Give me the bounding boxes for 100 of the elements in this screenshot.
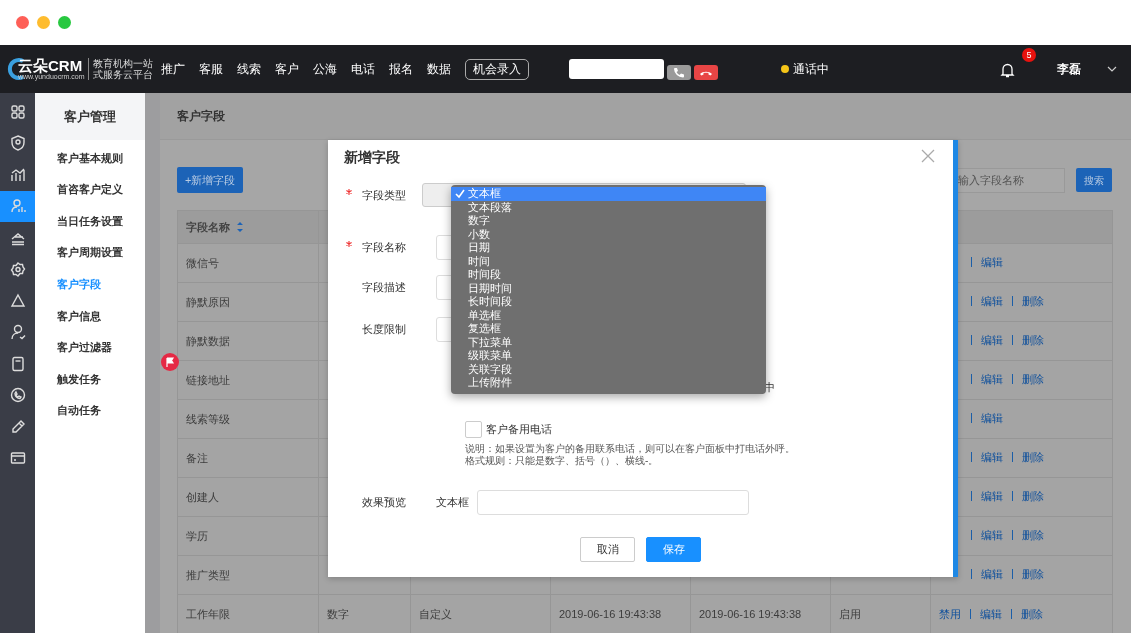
action-link[interactable]: 删除: [1022, 293, 1044, 310]
nav-menu-item[interactable]: 推广: [160, 60, 199, 78]
dropdown-option[interactable]: 数字: [451, 214, 766, 228]
dropdown-option[interactable]: 时间: [451, 254, 766, 268]
preview-text-field[interactable]: [477, 490, 749, 515]
sidebar-item[interactable]: 自动任务: [35, 394, 145, 427]
action-link[interactable]: 删除: [1022, 332, 1044, 349]
dropdown-option[interactable]: 复选框: [451, 322, 766, 336]
dropdown-option[interactable]: 下拉菜单: [451, 335, 766, 349]
bell-icon[interactable]: [1000, 61, 1015, 78]
action-link[interactable]: 编辑: [981, 527, 1003, 544]
opportunity-entry-button[interactable]: 机会录入: [464, 58, 529, 80]
help-text: 格式规则：只能是数字、括号（）、横线-。: [465, 455, 660, 467]
nav-menu-item[interactable]: 电话: [350, 60, 389, 78]
dropdown-option[interactable]: 文本框: [451, 187, 766, 201]
action-link[interactable]: 编辑: [981, 332, 1003, 349]
sidebar-title: 客户管理: [35, 93, 145, 140]
sidebar-item[interactable]: 首咨客户定义: [35, 173, 145, 206]
sidebar-item[interactable]: 客户字段: [35, 268, 145, 300]
table-cell: 自定义: [419, 607, 452, 620]
nav-menu-item[interactable]: 客服: [198, 60, 237, 78]
sidebar-item[interactable]: 客户基本规则: [35, 142, 145, 174]
dropdown-option[interactable]: 长时间段: [451, 295, 766, 309]
action-link[interactable]: 删除: [1022, 371, 1044, 388]
sidebar-item[interactable]: 当日任务设置: [35, 205, 145, 237]
dialog-title: 新增字段: [344, 148, 400, 167]
logo-text: 云朵CRM: [18, 57, 83, 73]
action-link[interactable]: 删除: [1022, 527, 1044, 544]
dropdown-option[interactable]: 小数: [451, 227, 766, 241]
checkmark-icon: [455, 189, 465, 199]
action-link[interactable]: 编辑: [981, 293, 1003, 310]
field-label: 长度限制: [362, 322, 406, 335]
dropdown-option[interactable]: 日期: [451, 241, 766, 255]
table-cell: 静默数据: [186, 334, 230, 347]
window-control-button[interactable]: [16, 16, 29, 29]
dropdown-option[interactable]: 单选框: [451, 308, 766, 322]
checkbox-label: 客户备用电话: [486, 421, 552, 437]
phone-icon: [9, 387, 26, 404]
nav-menu-item[interactable]: 客户: [274, 60, 313, 78]
action-link[interactable]: 删除: [1022, 566, 1044, 583]
card-icon: [9, 450, 26, 467]
save-button[interactable]: 保存: [646, 537, 701, 562]
action-link[interactable]: 编辑: [981, 488, 1003, 505]
dropdown-option[interactable]: 文本段落: [451, 200, 766, 214]
table-cell: 数字: [327, 607, 349, 620]
checkbox[interactable]: [465, 420, 482, 438]
field-label: 字段描述: [362, 280, 406, 293]
nav-rail-item[interactable]: [0, 190, 35, 222]
table-cell: 2019-06-16 19:43:38: [699, 607, 802, 620]
document-icon: [9, 355, 26, 372]
cancel-button[interactable]: 取消: [580, 537, 635, 562]
sidebar-item[interactable]: 触发任务: [35, 363, 145, 395]
table-cell: 静默原因: [186, 295, 230, 308]
user-name[interactable]: 李磊: [1057, 60, 1081, 78]
action-link[interactable]: 删除: [1022, 449, 1044, 466]
search-field[interactable]: 输入字段名称: [955, 167, 1065, 193]
logo-tagline: 教育机构一站: [92, 58, 153, 69]
dropdown-option[interactable]: 上传附件: [451, 376, 766, 390]
dropdown-option[interactable]: 关联字段: [451, 362, 766, 376]
table-cell: 线索等级: [186, 412, 230, 425]
table-cell: 学历: [186, 529, 208, 542]
action-link[interactable]: 编辑: [980, 605, 1002, 623]
sidebar-item[interactable]: 客户周期设置: [35, 236, 145, 269]
help-text: 说明：如果设置为客户的备用联系电话，则可以在客户面板中打电话外呼。: [465, 443, 796, 455]
action-link[interactable]: 删除: [1021, 605, 1043, 623]
nav-menu-item[interactable]: 报名: [388, 60, 427, 78]
action-link[interactable]: 删除: [1022, 488, 1044, 505]
hang-up-button[interactable]: [693, 64, 718, 80]
add-field-button[interactable]: +新增字段: [177, 167, 244, 193]
action-link[interactable]: 编辑: [981, 566, 1003, 583]
table-cell: 创建人: [186, 490, 219, 503]
field-label: 字段类型: [362, 188, 406, 201]
status-dot: [780, 65, 789, 73]
person-icon: [9, 324, 26, 341]
sidebar-item[interactable]: 客户过滤器: [35, 331, 145, 364]
dropdown-option[interactable]: 时间段: [451, 268, 766, 282]
table-cell: 启用: [839, 607, 861, 620]
dropdown-option[interactable]: 级联菜单: [451, 349, 766, 363]
action-link[interactable]: 禁用: [939, 605, 961, 623]
chevron-down-icon[interactable]: [1107, 66, 1117, 72]
action-link[interactable]: 编辑: [981, 410, 1003, 427]
preview-type-label: 文本框: [436, 495, 469, 511]
notification-badge: 5: [1022, 48, 1036, 62]
bar-chart-icon: [9, 166, 26, 183]
search-button[interactable]: 搜索: [1076, 168, 1112, 192]
phone-number-field[interactable]: [568, 59, 664, 79]
call-button[interactable]: [666, 64, 691, 80]
action-link[interactable]: 编辑: [981, 449, 1003, 466]
call-status-text: 通话中: [792, 61, 829, 78]
pencil-icon: [9, 418, 26, 435]
sidebar-item[interactable]: 客户信息: [35, 299, 145, 332]
table-cell: 2019-06-16 19:43:38: [559, 607, 662, 620]
nav-menu-item[interactable]: 数据: [426, 60, 465, 78]
action-link[interactable]: 编辑: [981, 371, 1003, 388]
nav-menu-item[interactable]: 公海: [312, 60, 351, 78]
action-link[interactable]: 编辑: [981, 254, 1003, 271]
dropdown-option[interactable]: 日期时间: [451, 281, 766, 295]
close-icon: [921, 148, 935, 163]
nav-menu-item[interactable]: 线索: [236, 60, 275, 78]
table-cell: 微信号: [186, 256, 219, 269]
